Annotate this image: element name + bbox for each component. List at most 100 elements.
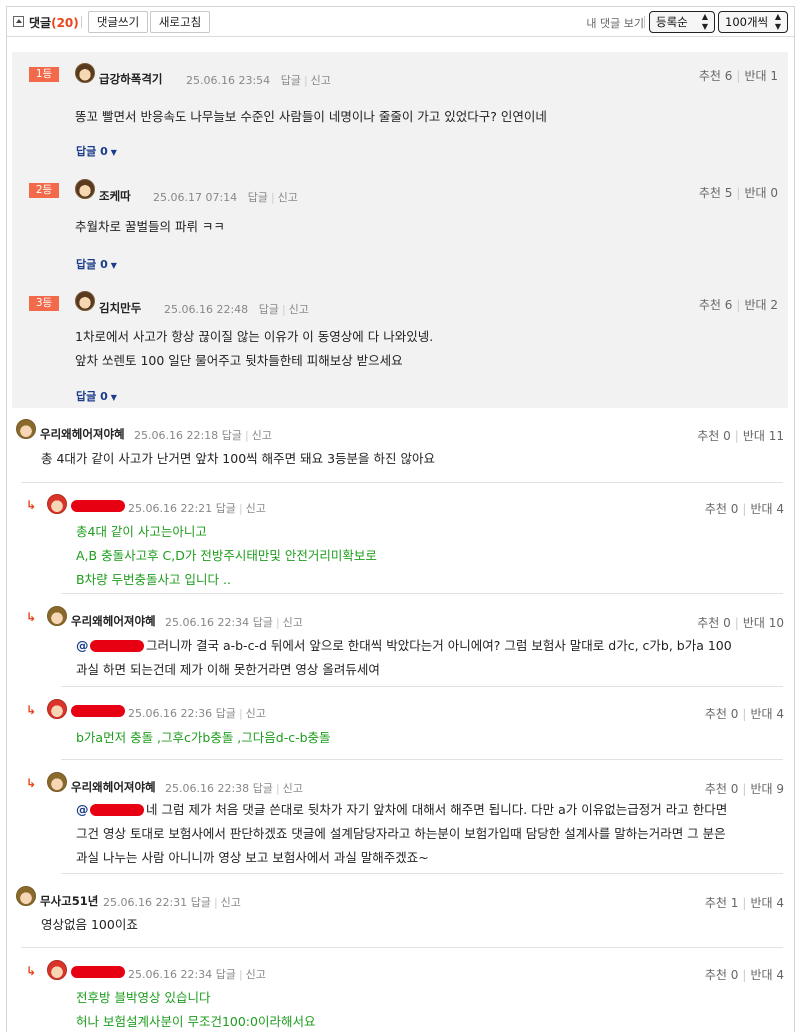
downvote-count[interactable]: 반대 4 (750, 707, 784, 721)
vote-counts: 추천 0 | 반대 4 (704, 707, 784, 721)
upvote-count[interactable]: 추천 6 (699, 69, 733, 83)
my-comments-link[interactable]: 내 댓글 보기 (586, 15, 644, 31)
reply-link[interactable]: 답글 (248, 191, 268, 204)
reply-link[interactable]: 답글 (253, 782, 273, 795)
best-comment: 1등 급강하폭격기 25.06.16 23:54 답글 | 신고 추천 6 | 반대 1… (12, 52, 788, 168)
redacted-mention (90, 804, 144, 816)
downvote-count[interactable]: 반대 2 (744, 298, 778, 312)
comment-meta: 25.06.16 22:38 답글 | 신고 (165, 782, 303, 795)
comment-text: 네 그럼 제가 처음 댓글 쓴대로 뒷차가 자기 앞차에 대해서 해주면 됩니다… (146, 802, 728, 817)
report-link[interactable]: 신고 (283, 782, 303, 795)
downvote-count[interactable]: 반대 4 (750, 502, 784, 516)
comment-meta: 25.06.16 22:34 답글 | 신고 (165, 616, 303, 629)
author-nick[interactable]: 무사고51년 (40, 893, 98, 909)
mention[interactable]: @ (76, 634, 89, 658)
author-nick[interactable]: 급강하폭격기 (99, 71, 162, 87)
report-link[interactable]: 신고 (221, 896, 241, 909)
best-comments: 1등 급강하폭격기 25.06.16 23:54 답글 | 신고 추천 6 | 반대 1… (12, 52, 788, 408)
author-nick[interactable]: 우리왜헤어져야혜 (40, 426, 125, 442)
select-arrows-icon: ▲ ▼ (701, 12, 708, 31)
author-nick[interactable]: 김치만두 (99, 300, 141, 316)
reply-link[interactable]: 답글 (253, 616, 273, 629)
reply-arrow-icon: ↳ (26, 964, 37, 978)
comment-meta: 25.06.16 22:48 답글 | 신고 (164, 303, 309, 316)
comment-title[interactable]: 댓글(20) (29, 14, 79, 31)
avatar (75, 179, 95, 199)
vote-counts: 추천 0 | 반대 9 (704, 782, 784, 796)
upvote-count[interactable]: 추천 6 (699, 298, 733, 312)
report-link[interactable]: 신고 (283, 616, 303, 629)
sort-select[interactable]: 등록순 ▲ ▼ (649, 11, 715, 33)
downvote-count[interactable]: 반대 4 (750, 968, 784, 982)
upvote-count[interactable]: 추천 0 (705, 502, 739, 516)
downvote-count[interactable]: 반대 11 (743, 429, 784, 443)
refresh-button[interactable]: 새로고침 (150, 11, 210, 33)
report-link[interactable]: 신고 (246, 502, 266, 515)
avatar (75, 63, 95, 83)
reply-comment: ↳ 우리왜헤어져야혜 25.06.16 22:38 답글 | 신고 추천 0 | 반대 … (7, 760, 794, 872)
comment-text: 1차로에서 사고가 항상 끊이질 않는 이유가 이 동영상에 다 나와있넹. 앞차… (75, 329, 434, 368)
report-link[interactable]: 신고 (311, 74, 331, 87)
reply-link[interactable]: 답글 (216, 707, 236, 720)
downvote-count[interactable]: 반대 4 (750, 896, 784, 910)
rank-badge: 2등 (29, 183, 59, 198)
write-comment-button[interactable]: 댓글쓰기 (88, 11, 148, 33)
comment-text: 영상없음 100이죠 (41, 917, 138, 932)
downvote-count[interactable]: 반대 10 (743, 616, 784, 630)
comment: 무사고51년 25.06.16 22:31 답글 | 신고 추천 1 | 반대 4 영상… (7, 874, 794, 946)
author-nick[interactable]: 조케따 (99, 188, 131, 204)
upvote-count[interactable]: 추천 0 (705, 707, 739, 721)
vote-counts: 추천 0 | 반대 4 (704, 502, 784, 516)
comment-section: 댓글(20) 댓글쓰기 새로고침 내 댓글 보기 등록순 ▲ ▼ 100개씩 ▲ ▼ 1… (6, 6, 795, 1032)
vote-counts: 추천 6 | 반대 1 (698, 69, 778, 83)
avatar (47, 772, 67, 792)
comment-meta: 25.06.17 07:14 답글 | 신고 (153, 191, 298, 204)
redacted-nick (71, 966, 125, 978)
reply-link[interactable]: 답글 (191, 896, 211, 909)
upvote-count[interactable]: 추천 0 (697, 616, 731, 630)
comment-date: 25.06.16 22:31 (103, 896, 188, 909)
downvote-count[interactable]: 반대 1 (744, 69, 778, 83)
comment-date: 25.06.16 22:18 (134, 429, 219, 442)
comment-date: 25.06.16 22:48 (164, 303, 249, 316)
comment-date: 25.06.17 07:14 (153, 191, 238, 204)
comment-date: 25.06.16 23:54 (186, 74, 271, 87)
mention[interactable]: @ (76, 798, 89, 822)
comment-meta: 25.06.16 22:21 답글 | 신고 (128, 502, 266, 515)
report-link[interactable]: 신고 (246, 968, 266, 981)
reply-link[interactable]: 답글 (216, 968, 236, 981)
best-comment: 2등 조케따 25.06.17 07:14 답글 | 신고 추천 5 | 반대 0 추월… (12, 168, 788, 278)
replies-toggle[interactable]: 답글 0 ▼ (76, 256, 117, 272)
upvote-count[interactable]: 추천 5 (699, 186, 733, 200)
report-link[interactable]: 신고 (278, 191, 298, 204)
comment-header: 댓글(20) 댓글쓰기 새로고침 내 댓글 보기 등록순 ▲ ▼ 100개씩 ▲ ▼ (7, 7, 794, 37)
reply-comment: ↳ 25.06.16 22:34 답글 | 신고 추천 0 | 반대 4 전후방 블박영… (7, 948, 794, 1032)
upvote-count[interactable]: 추천 0 (705, 968, 739, 982)
collapse-icon[interactable] (13, 16, 24, 27)
reply-arrow-icon: ↳ (26, 776, 37, 790)
reply-link[interactable]: 답글 (216, 502, 236, 515)
author-nick[interactable]: 우리왜헤어져야혜 (71, 779, 156, 795)
downvote-count[interactable]: 반대 9 (750, 782, 784, 796)
rank-badge: 3등 (29, 296, 59, 311)
upvote-count[interactable]: 추천 0 (705, 782, 739, 796)
redacted-nick (71, 500, 125, 512)
comment-date: 25.06.16 22:21 (128, 502, 213, 515)
reply-arrow-icon: ↳ (26, 498, 37, 512)
replies-toggle[interactable]: 답글 0 ▼ (76, 143, 117, 159)
reply-link[interactable]: 답글 (281, 74, 301, 87)
upvote-count[interactable]: 추천 1 (705, 896, 739, 910)
author-nick[interactable]: 우리왜헤어져야혜 (71, 613, 156, 629)
replies-toggle[interactable]: 답글 0 ▼ (76, 388, 117, 404)
downvote-count[interactable]: 반대 0 (744, 186, 778, 200)
report-link[interactable]: 신고 (252, 429, 272, 442)
reply-link[interactable]: 답글 (259, 303, 279, 316)
upvote-count[interactable]: 추천 0 (697, 429, 731, 443)
comment-text: 그건 영상 토대로 보험사에서 판단하겠죠 댓글에 설계담당자라고 하는분이 보… (76, 826, 726, 841)
comment: 우리왜헤어져야혜 25.06.16 22:18 답글 | 신고 추천 0 | 반대 11… (7, 413, 794, 483)
reply-link[interactable]: 답글 (222, 429, 242, 442)
comment-text: 총 4대가 같이 사고가 난거면 앞차 100씩 해주면 돼요 3등분을 하진 … (41, 451, 435, 466)
report-link[interactable]: 신고 (246, 707, 266, 720)
report-link[interactable]: 신고 (289, 303, 309, 316)
per-page-select[interactable]: 100개씩 ▲ ▼ (718, 11, 788, 33)
